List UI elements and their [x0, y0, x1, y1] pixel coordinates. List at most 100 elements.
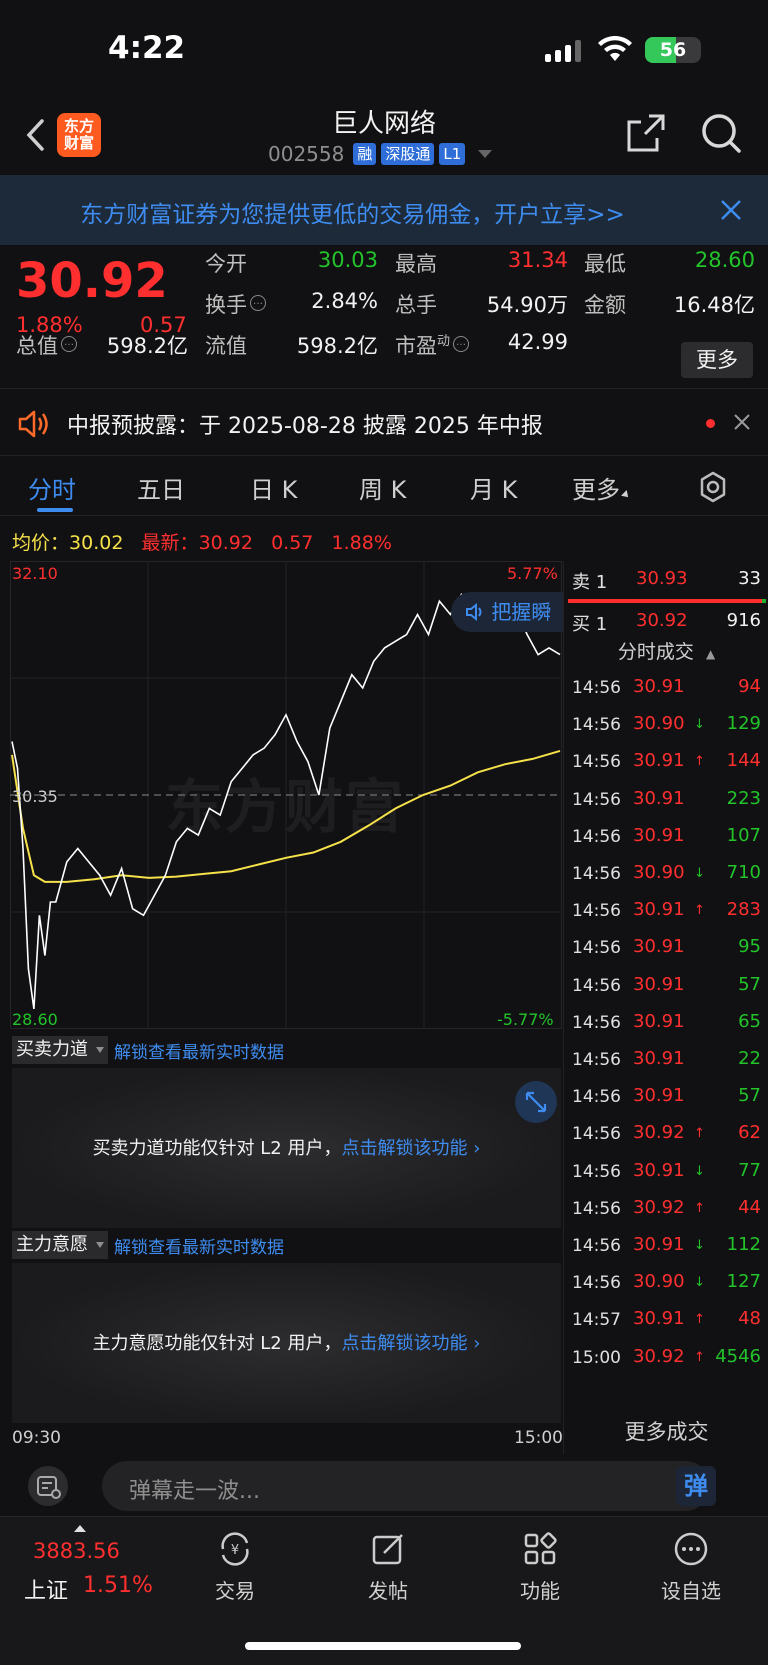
index-name[interactable]: 上证	[24, 1573, 68, 1605]
expand-icon[interactable]	[515, 1081, 557, 1123]
high-label: 最高	[395, 252, 437, 276]
tick-price: 30.91	[633, 936, 685, 958]
tab-daily-k[interactable]: 日 K	[250, 470, 297, 505]
ticks-header[interactable]: 分时成交 ▲	[564, 637, 768, 664]
tick-row: 14:56 30.91 ↓ 77	[564, 1153, 768, 1192]
tick-row: 14:56 30.91 223	[564, 781, 768, 820]
order-book: 卖 1 30.93 33 买 1 30.92 916 分时成交 ▲ 14:56 3…	[563, 561, 768, 1454]
tab-intraday[interactable]: 分时	[28, 470, 76, 505]
wifi-icon	[598, 36, 632, 61]
compose-icon	[372, 1534, 403, 1565]
index-pct[interactable]: 1.51%	[83, 1573, 153, 1598]
tick-direction: ↑	[694, 903, 705, 919]
grasp-moment-button[interactable]: 把握瞬	[451, 592, 563, 632]
caret-icon	[621, 490, 631, 500]
unlock-action[interactable]: 点击解锁该功能 ›	[342, 1333, 481, 1354]
speaker-icon	[18, 410, 48, 438]
tick-row: 15:00 30.92 ↑ 4546	[564, 1339, 768, 1378]
pe-label[interactable]: 市盈动…	[395, 330, 470, 360]
more-ticks-button[interactable]: 更多成交	[564, 1416, 768, 1446]
unlock-link[interactable]: 解锁查看最新实时数据	[114, 1038, 284, 1063]
search-icon[interactable]	[700, 112, 742, 154]
speaker-icon	[466, 602, 482, 622]
high-value: 31.34	[507, 248, 568, 272]
tick-price: 30.90	[633, 1271, 685, 1293]
promo-banner[interactable]: 东方财富证券为您提供更低的交易佣金，开户立享>>	[0, 175, 768, 245]
amount-label: 金额	[584, 293, 626, 317]
indicator-select-force[interactable]: 买卖力道	[12, 1036, 108, 1064]
notice-text[interactable]: 中报预披露：于 2025-08-28 披露 2025 年中报	[67, 408, 543, 440]
avg-price-line: 均价：30.02 最新：30.92 0.57 1.88%	[12, 532, 392, 554]
y-top-pct-label: 5.77%	[507, 564, 558, 583]
tick-price: 30.90	[633, 862, 685, 883]
tick-row: 14:56 30.91 22	[564, 1041, 768, 1080]
nav-functions[interactable]: 功能	[500, 1529, 580, 1604]
tick-time: 14:57	[572, 1310, 621, 1331]
tick-volume: 129	[726, 713, 761, 735]
promo-banner-text[interactable]: 东方财富证券为您提供更低的交易佣金，开户立享>>	[0, 195, 705, 229]
locked-panel-intent[interactable]: 主力意愿功能仅针对 L2 用户，点击解锁该功能 ›	[12, 1263, 561, 1423]
volume-label: 总手	[395, 293, 437, 317]
unlock-action[interactable]: 点击解锁该功能 ›	[342, 1138, 481, 1159]
home-indicator	[245, 1642, 521, 1650]
tick-time: 14:56	[572, 715, 621, 736]
tick-row: 14:56 30.90 ↓ 129	[564, 706, 768, 745]
danmu-input[interactable]: 弹幕走一波...	[102, 1461, 710, 1511]
status-time: 4:22	[108, 30, 186, 66]
tick-price: 30.92	[633, 1345, 685, 1367]
tick-volume: 22	[738, 1048, 761, 1069]
volume-value: 54.90万	[486, 293, 568, 317]
caret-icon	[96, 1242, 104, 1248]
earnings-notice[interactable]: 中报预披露：于 2025-08-28 披露 2025 年中报	[0, 388, 768, 456]
close-icon[interactable]	[720, 199, 742, 221]
tick-row: 14:57 30.91 ↑ 48	[564, 1301, 768, 1340]
tick-price: 30.90	[633, 713, 685, 735]
locked-panel-force[interactable]: 买卖力道功能仅针对 L2 用户，点击解锁该功能 ›	[12, 1068, 561, 1228]
more-button[interactable]: 更多	[681, 342, 753, 378]
nav-trade[interactable]: ¥ 交易	[195, 1529, 275, 1604]
time-start-label: 09:30	[12, 1428, 61, 1448]
tick-volume: 62	[738, 1122, 761, 1144]
tick-row: 14:56 30.91 ↑ 144	[564, 743, 768, 782]
danmu-button[interactable]: 弹	[676, 1466, 716, 1506]
caret-up-icon[interactable]	[74, 1525, 86, 1532]
tick-time: 14:56	[572, 1273, 621, 1294]
tick-volume: 65	[738, 1010, 761, 1032]
close-icon[interactable]	[733, 413, 751, 431]
open-label: 今开	[205, 252, 247, 276]
tick-price: 30.91	[633, 1010, 685, 1032]
gear-icon[interactable]	[697, 471, 729, 503]
chevron-down-icon[interactable]	[478, 150, 493, 158]
current-price: 30.92	[16, 253, 168, 309]
tick-direction: ↓	[694, 1275, 705, 1291]
unlock-link[interactable]: 解锁查看最新实时数据	[114, 1233, 284, 1258]
turnover-label[interactable]: 换手…	[205, 289, 266, 319]
subpanel-header-intent: 主力意愿 解锁查看最新实时数据	[12, 1231, 284, 1259]
turnover-value: 2.84%	[311, 289, 378, 313]
tick-volume: 710	[726, 862, 761, 883]
tab-weekly-k[interactable]: 周 K	[359, 470, 406, 505]
share-icon[interactable]	[625, 112, 667, 154]
nav-customize[interactable]: 设自选	[651, 1529, 731, 1604]
tick-row: 14:56 30.92 ↑ 62	[564, 1115, 768, 1154]
indicator-select-intent[interactable]: 主力意愿	[12, 1231, 108, 1259]
tick-time: 14:56	[572, 678, 621, 698]
index-value[interactable]: 3883.56	[33, 1539, 120, 1563]
tick-row: 14:56 30.91 57	[564, 1078, 768, 1117]
nav-post[interactable]: 发帖	[348, 1529, 428, 1604]
tick-row: 14:56 30.91 95	[564, 929, 768, 968]
quote-panel: 30.92 1.88% 0.57 今开 30.03 最高 31.34 最低 28…	[0, 245, 768, 385]
grid-icon	[524, 1532, 557, 1565]
tab-monthly-k[interactable]: 月 K	[470, 470, 517, 505]
y-mid-label: 30.35	[12, 787, 58, 806]
mktcap-label[interactable]: 总值…	[16, 330, 77, 360]
stock-subtitle[interactable]: 002558 融 深股通 L1	[268, 142, 493, 166]
tab-more[interactable]: 更多	[572, 470, 631, 505]
info-icon: …	[453, 336, 470, 352]
tag-connect: 深股通	[381, 143, 435, 165]
comment-settings-icon[interactable]	[28, 1466, 68, 1506]
open-value: 30.03	[317, 248, 378, 272]
tab-five-day[interactable]: 五日	[137, 470, 185, 505]
info-icon: …	[61, 336, 77, 352]
tick-row: 14:56 30.92 ↑ 44	[564, 1190, 768, 1229]
